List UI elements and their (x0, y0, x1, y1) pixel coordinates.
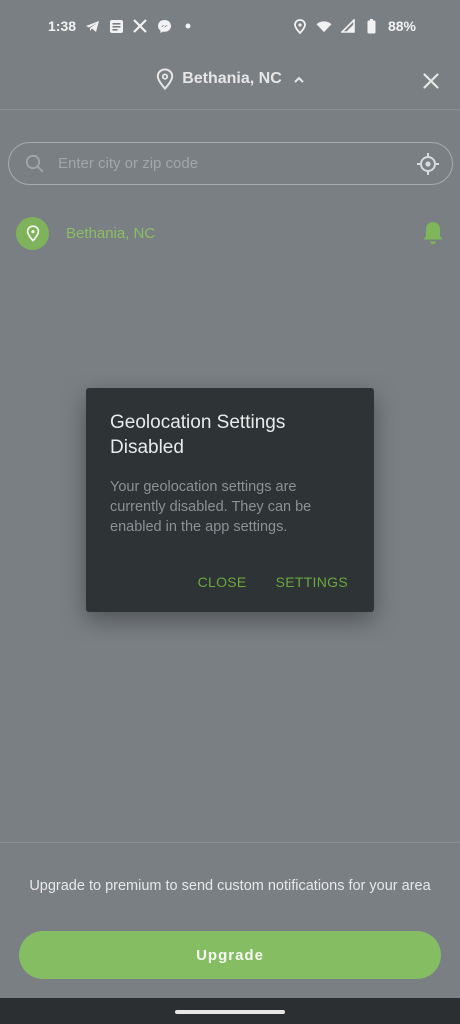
status-time: 1:38 (48, 18, 77, 34)
dialog-title: Geolocation Settings Disabled (110, 412, 286, 458)
notification-bell-button[interactable] (420, 218, 446, 248)
messenger-icon (156, 18, 172, 34)
close-button[interactable] (420, 70, 442, 92)
location-pin-icon (26, 224, 40, 242)
dialog-body: Your geolocation settings are currently … (110, 479, 312, 535)
status-bar: 1:38 88% (0, 0, 460, 52)
location-avatar (16, 216, 49, 250)
location-selector[interactable]: Bethania, NC (0, 68, 460, 90)
location-pin-icon (156, 68, 174, 90)
news-icon (108, 18, 124, 34)
upgrade-button[interactable]: Upgrade (19, 931, 441, 979)
saved-location-row[interactable]: Bethania, NC (16, 216, 446, 250)
wifi-icon (316, 18, 332, 34)
header: Bethania, NC (0, 52, 460, 110)
status-right: 88% (292, 18, 416, 34)
search-icon (25, 154, 44, 173)
geolocation-dialog: Geolocation Settings Disabled Your geolo… (86, 388, 374, 612)
chevron-up-icon (294, 76, 304, 83)
home-handle[interactable] (175, 1010, 285, 1014)
saved-location-name: Bethania, NC (66, 224, 156, 242)
location-icon (292, 18, 308, 34)
x-icon (132, 18, 148, 34)
header-location-label: Bethania, NC (182, 70, 282, 87)
battery-icon (364, 18, 380, 34)
premium-upsell-text: Upgrade to premium to send custom notifi… (29, 878, 431, 894)
battery-percent: 88% (387, 18, 416, 34)
search-box (8, 142, 453, 185)
close-dialog-button[interactable]: CLOSE (198, 574, 247, 590)
bell-icon (422, 220, 444, 246)
system-nav-bar (0, 998, 460, 1024)
status-left: 1:38 (48, 18, 196, 34)
dialog-actions: CLOSE SETTINGS (198, 574, 348, 590)
footer-divider (0, 842, 460, 843)
dot-icon (180, 18, 196, 34)
signal-icon (340, 18, 356, 34)
crosshair-icon[interactable] (416, 152, 440, 176)
close-icon (423, 73, 439, 89)
settings-button[interactable]: SETTINGS (276, 574, 348, 590)
search-input[interactable] (58, 155, 416, 172)
telegram-icon (84, 18, 100, 34)
